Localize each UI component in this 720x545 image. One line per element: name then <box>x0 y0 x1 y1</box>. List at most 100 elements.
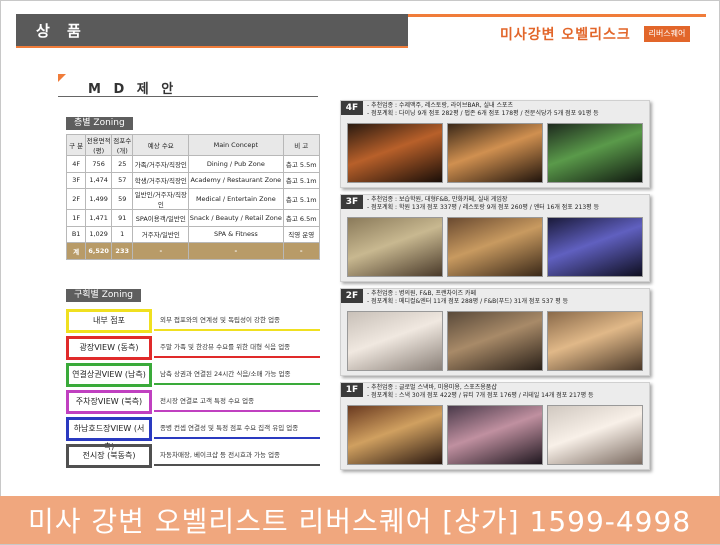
floor-plan-line: - 점포계획 : 학원 13개 점포 337평 / 레스토랑 9개 점포 260… <box>367 204 600 211</box>
floor-info: - 추천업종 : 병의원, F&B, 프랜차이즈 카페 - 점포계획 : 메디컬&… <box>367 290 568 306</box>
floor-photo <box>347 123 443 183</box>
table-header-row: 구 분 전용면적 (평) 점포수 (개) 예상 수요 Main Concept … <box>65 134 320 156</box>
table-cell: 1 <box>110 225 134 243</box>
area-zoning-label: 구획별 Zoning <box>66 289 141 302</box>
table-cell: 1,029 <box>85 225 112 243</box>
table-cell: 층고 5.1m <box>282 188 320 210</box>
floor-recommend-line: - 추천업종 : 글로벌 스낵바, 미용미용, 스포츠용품샵 <box>367 384 497 391</box>
zoning-item-desc: 전시장 연결로 고객 특정 수요 업종 <box>154 392 320 412</box>
table-cell: B1 <box>65 225 87 243</box>
zoning-item: 광장VIEW (동측) 주말 가족 및 한강뷰 수요를 위한 대형 식음 업종 <box>66 336 320 360</box>
floor-plan-line: - 점포계획 : 메디컬&엔터 11개 점포 288평 / F&B(푸드) 31… <box>367 298 569 305</box>
banner-text: 미사 강변 오벨리스트 리버스퀘어 [상가] 1599-4998 <box>28 505 692 538</box>
header-underline <box>16 46 408 48</box>
table-cell: - <box>188 242 284 260</box>
floor-info: - 추천업종 : 글로벌 스낵바, 미용미용, 스포츠용품샵 - 점포계획 : 스… <box>367 384 594 400</box>
table-row: 1F 1,471 91 SPA이용객/일반인 Snack / Beauty / … <box>65 209 320 227</box>
table-cell: 층고 5.5m <box>282 155 320 173</box>
table-cell: 3F <box>65 171 87 189</box>
table-cell: Snack / Beauty / Retail Zone <box>188 209 284 227</box>
zoning-item: 내부 점포 외부 접포와의 연계성 및 독립성이 강한 업종 <box>66 309 320 333</box>
column-header: 구 분 <box>65 134 87 156</box>
zoning-item: 주차장VIEW (북측) 전시장 연결로 고객 특정 수요 업종 <box>66 390 320 414</box>
table-cell: 6,520 <box>85 242 112 260</box>
table-cell: 학생/거주자/직장인 <box>132 171 190 189</box>
title-corner-mark <box>58 74 66 82</box>
floor-plan-line: - 점포계획 : 다이닝 9개 점포 282평 / 펍존 6개 점포 178평 … <box>367 110 599 117</box>
zoning-item-name: 내부 점포 <box>66 309 152 333</box>
zoning-item-desc: 종병 컨셉 연결성 및 특정 점포 수요 집객 유입 업종 <box>154 419 320 439</box>
zoning-item-name: 하남호드장VIEW (서측) <box>66 417 152 451</box>
table-row: B1 1,029 1 거주자/일반인 SPA & Fitness 직영 운영 <box>65 225 320 243</box>
floor-panel-2f: 2F - 추천업종 : 병의원, F&B, 프랜차이즈 카페 - 점포계획 : 메디… <box>340 288 650 376</box>
md-title-rule <box>58 96 318 97</box>
floor-tag: 1F <box>341 383 363 397</box>
table-cell: 59 <box>110 188 134 210</box>
floor-zoning-table: 구 분 전용면적 (평) 점포수 (개) 예상 수요 Main Concept … <box>65 134 320 260</box>
floor-photo <box>447 311 543 371</box>
table-cell: 2F <box>65 188 87 210</box>
floor-zoning-label: 층별 Zoning <box>66 117 133 130</box>
floor-tag: 2F <box>341 289 363 303</box>
floor-photo <box>447 405 543 465</box>
table-cell: 1,474 <box>85 171 112 189</box>
table-cell: - <box>132 242 190 260</box>
table-cell: SPA & Fitness <box>188 225 284 243</box>
table-cell: 91 <box>110 209 134 227</box>
floor-info: - 추천업종 : 수제맥주, 레스토랑, 라이브BAR, 실내 스포츠 - 점포계… <box>367 102 599 118</box>
column-header: 점포수 (개) <box>110 134 134 156</box>
table-cell: 층고 6.5m <box>282 209 320 227</box>
table-cell: 4F <box>65 155 87 173</box>
floor-info: - 추천업종 : 보습학원, 대형F&B, 만화카페, 실내 게임장 - 점포계획… <box>367 196 599 212</box>
zoning-item: 전시장 (북동측) 자동차매장, 베이크샵 등 전시효과 가능 업종 <box>66 444 320 468</box>
zoning-item-desc: 남측 상권과 연결된 24시간 식음/소매 가능 업종 <box>154 365 320 385</box>
table-cell: 거주자/일반인 <box>132 225 190 243</box>
zoning-item-desc: 주말 가족 및 한강뷰 수요를 위한 대형 식음 업종 <box>154 338 320 358</box>
zoning-item-desc: 자동차매장, 베이크샵 등 전시효과 가능 업종 <box>154 446 320 466</box>
floor-panel-1f: 1F - 추천업종 : 글로벌 스낵바, 미용미용, 스포츠용품샵 - 점포계획 :… <box>340 382 650 470</box>
zoning-item-name: 전시장 (북동측) <box>66 444 152 468</box>
column-header: 예상 수요 <box>132 134 190 156</box>
table-cell: Academy / Restaurant Zone <box>188 171 284 189</box>
md-title: M D 제 안 <box>88 82 178 97</box>
table-cell: - <box>282 242 320 260</box>
table-cell: 1,499 <box>85 188 112 210</box>
floor-photo <box>347 311 443 371</box>
header-accent-line <box>408 14 706 17</box>
floor-plan-line: - 점포계획 : 스낵 30개 점포 422평 / 뷰티 7개 점포 176평 … <box>367 392 594 399</box>
zoning-item: 하남호드장VIEW (서측) 종병 컨셉 연결성 및 특정 점포 수요 집객 유입… <box>66 417 320 451</box>
table-row: 4F 756 25 가족/거주자/직장인 Dining / Pub Zone 층… <box>65 155 320 173</box>
table-cell: 25 <box>110 155 134 173</box>
table-row: 3F 1,474 57 학생/거주자/직장인 Academy / Restaur… <box>65 171 320 189</box>
brand-tag: 리버스퀘어 <box>644 26 690 42</box>
floor-recommend-line: - 추천업종 : 수제맥주, 레스토랑, 라이브BAR, 실내 스포츠 <box>367 102 514 109</box>
floor-photo <box>447 217 543 277</box>
zoning-item-name: 광장VIEW (동측) <box>66 336 152 360</box>
table-cell: Medical / Entertain Zone <box>188 188 284 210</box>
table-cell: 1F <box>65 209 87 227</box>
column-header: Main Concept <box>188 134 284 156</box>
floor-photo <box>547 123 643 183</box>
floor-photo <box>447 123 543 183</box>
zoning-item-name: 연결상권VIEW (남측) <box>66 363 152 387</box>
table-cell: 57 <box>110 171 134 189</box>
column-header: 전용면적 (평) <box>85 134 112 156</box>
floor-panel-3f: 3F - 추천업종 : 보습학원, 대형F&B, 만화카페, 실내 게임장 - 점포… <box>340 194 650 282</box>
table-total-row: 계 6,520 233 - - - <box>65 242 320 260</box>
floor-panel-4f: 4F - 추천업종 : 수제맥주, 레스토랑, 라이브BAR, 실내 스포츠 - 점… <box>340 100 650 188</box>
table-cell: 층고 5.1m <box>282 171 320 189</box>
table-cell: Dining / Pub Zone <box>188 155 284 173</box>
zoning-item-name: 주차장VIEW (북측) <box>66 390 152 414</box>
table-cell: 가족/거주자/직장인 <box>132 155 190 173</box>
table-row: 2F 1,499 59 일반인/거주자/직장인 Medical / Entert… <box>65 188 320 210</box>
floor-tag: 4F <box>341 101 363 115</box>
floor-photo <box>547 217 643 277</box>
floor-photo <box>547 311 643 371</box>
zoning-item-desc: 외부 접포와의 연계성 및 독립성이 강한 업종 <box>154 311 320 331</box>
floor-photo <box>347 217 443 277</box>
floor-photo <box>347 405 443 465</box>
floor-recommend-line: - 추천업종 : 병의원, F&B, 프랜차이즈 카페 <box>367 290 476 297</box>
table-cell: 233 <box>110 242 134 260</box>
brand-name: 미사강변 오벨리스크 <box>500 27 631 43</box>
floor-recommend-line: - 추천업종 : 보습학원, 대형F&B, 만화카페, 실내 게임장 <box>367 196 508 203</box>
